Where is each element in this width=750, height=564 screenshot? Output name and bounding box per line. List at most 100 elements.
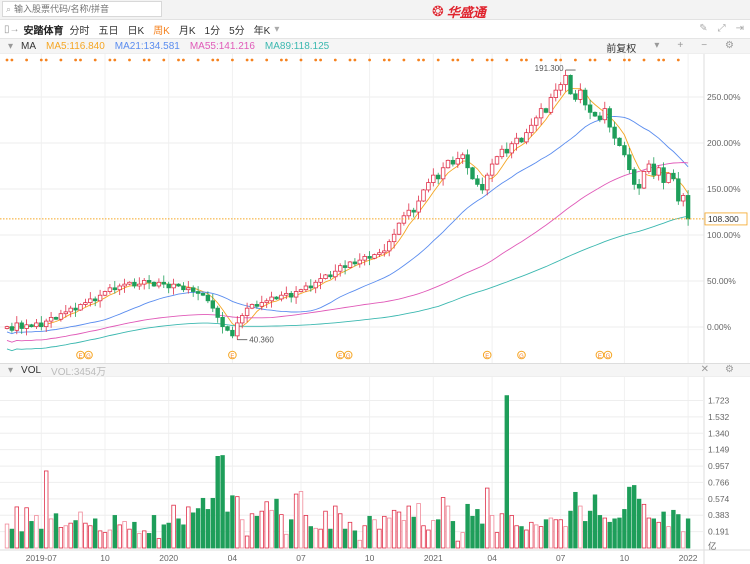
candle-body: [568, 74, 573, 95]
event-dot: [59, 58, 63, 62]
candle-body: [450, 159, 456, 165]
sidebar-toggle-icon[interactable]: ▯→: [4, 24, 20, 35]
volume-bar: [529, 521, 534, 549]
tab-period[interactable]: 日K: [128, 22, 145, 37]
volume-bar: [68, 522, 73, 549]
tab-period[interactable]: 五日: [99, 22, 119, 37]
volume-bar: [597, 515, 603, 549]
volume-bar: [200, 497, 206, 549]
tab-period[interactable]: 5分: [229, 22, 245, 37]
draw-pencil-icon[interactable]: ✎: [699, 23, 707, 34]
volume-bar: [279, 514, 284, 549]
candle-body: [553, 89, 558, 98]
volume-bar: [298, 491, 304, 549]
volume-bar: [386, 517, 392, 549]
ma5-line: [6, 87, 689, 329]
close-icon[interactable]: ✕: [701, 364, 709, 375]
candle-body: [274, 296, 279, 300]
event-dot: [128, 58, 131, 62]
event-dot: [348, 58, 352, 62]
search-input[interactable]: [14, 4, 145, 14]
volume-bar: [137, 533, 142, 549]
event-dot: [39, 58, 43, 62]
tab-period[interactable]: 分时: [70, 22, 90, 37]
candle-body: [58, 313, 64, 320]
volume-bar: [151, 515, 157, 549]
volume-bar: [636, 498, 642, 549]
more-periods-dropdown[interactable]: ▾: [274, 24, 279, 35]
event-marker-label: G: [519, 354, 524, 360]
exit-icon[interactable]: ⇥: [736, 23, 744, 34]
adjust-dropdown[interactable]: 前复权: [606, 40, 636, 55]
volume-bar: [573, 491, 578, 549]
candle-body: [210, 300, 215, 309]
candle-body: [681, 195, 686, 202]
volume-axis-label: 亿: [708, 541, 717, 551]
x-axis-label: 10: [365, 553, 375, 563]
volume-bar: [671, 509, 676, 549]
volume-bar: [681, 531, 686, 549]
candle-body: [141, 280, 147, 285]
event-dot: [490, 58, 494, 62]
zoom-out-icon[interactable]: −: [701, 40, 707, 55]
candle-body: [279, 294, 284, 300]
event-dot: [265, 58, 269, 62]
candle-body: [122, 283, 127, 287]
zoom-in-icon[interactable]: +: [677, 40, 683, 55]
tab-period[interactable]: 月K: [179, 22, 196, 37]
volume-bar: [431, 520, 436, 549]
volume-bar: [396, 511, 402, 549]
fullscreen-icon[interactable]: ⤢: [718, 23, 726, 34]
candle-body: [617, 137, 622, 146]
volume-bar: [249, 513, 255, 549]
candle-body: [636, 183, 642, 189]
candle-body: [83, 302, 88, 305]
candle-body: [519, 137, 524, 143]
candle-body: [323, 274, 328, 279]
candle-body: [612, 126, 617, 139]
volume-axis-label: 0.191: [708, 527, 730, 537]
candle-body: [440, 167, 446, 180]
collapse-icon[interactable]: ▾: [8, 365, 13, 376]
volume-bar: [122, 521, 127, 549]
candle-body: [181, 285, 186, 291]
volume-bar: [411, 516, 416, 549]
tab-period[interactable]: 年K: [254, 22, 271, 37]
event-dot: [574, 58, 577, 62]
collapse-icon[interactable]: ▾: [8, 41, 13, 52]
candle-body: [465, 154, 470, 169]
volume-chart[interactable]: 2019-07 10 2020 04 07 10 2021 04 07 10 2022 1.723 1.…: [0, 377, 750, 564]
tab-period-active[interactable]: 周K: [153, 22, 170, 37]
event-dot: [485, 58, 489, 62]
volume-bar: [323, 510, 328, 549]
candle-body: [166, 283, 171, 289]
event-dot: [231, 58, 234, 62]
x-axis-label: 2020: [159, 553, 178, 563]
x-axis-label: 07: [556, 553, 566, 563]
candle-body: [627, 154, 632, 171]
settings-gear-icon[interactable]: ⚙: [725, 364, 734, 375]
event-marker-label: E: [485, 354, 489, 360]
event-dot: [451, 58, 455, 62]
candle-body: [333, 270, 338, 278]
candle-body: [63, 311, 68, 315]
vol-value: VOL:3454万: [51, 366, 107, 378]
candle-body: [151, 281, 157, 287]
volume-axis-label: 1.149: [708, 445, 730, 455]
search-box[interactable]: ⌕: [2, 1, 162, 17]
event-dot: [284, 58, 288, 62]
candle-body: [318, 278, 323, 283]
volume-legend: ▾ VOL VOL:3454万 ✕ ⚙: [0, 363, 750, 378]
volume-bar: [543, 519, 549, 549]
volume-bar: [548, 517, 554, 549]
chevron-down-icon[interactable]: ▾: [654, 40, 659, 55]
tab-period[interactable]: 1分: [205, 22, 221, 37]
x-axis-label: 10: [620, 553, 630, 563]
candle-body: [676, 178, 681, 202]
candle-body: [303, 285, 309, 291]
candlestick-chart[interactable]: 250.00% 200.00% 150.00% 100.00% 50.00% 0.00% E…: [0, 54, 750, 363]
candle-body: [127, 281, 132, 285]
settings-gear-icon[interactable]: ⚙: [725, 40, 734, 55]
candle-body: [24, 324, 29, 329]
candle-body: [480, 183, 485, 191]
